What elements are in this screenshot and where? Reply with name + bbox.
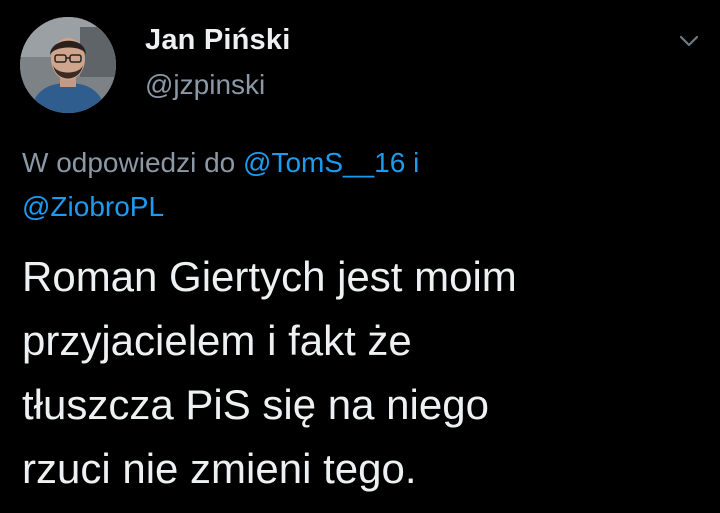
avatar-photo-icon (20, 17, 116, 113)
chevron-down-icon (679, 35, 699, 47)
author-block: Jan Piński @jzpinski (145, 22, 290, 103)
tweet-text-line: przyjacielem i fakt że (22, 317, 412, 364)
reply-joiner: i (405, 147, 420, 178)
tweet-text: Roman Giertych jest moim przyjacielem i … (22, 245, 702, 501)
tweet-text-line: rzuci nie zmieni tego. (22, 445, 417, 492)
reply-prefix: W odpowiedzi do (22, 147, 244, 178)
tweet-menu-button[interactable] (676, 30, 702, 52)
tweet-text-line: tłuszcza PiS się na niego (22, 381, 489, 428)
author-display-name[interactable]: Jan Piński (145, 22, 290, 58)
author-handle[interactable]: @jzpinski (145, 67, 290, 103)
mention-link-ziobropl[interactable]: @ZiobroPL (22, 191, 164, 222)
reply-context: W odpowiedzi do @TomS__16 i @ZiobroPL (22, 141, 622, 229)
mention-link-toms16[interactable]: @TomS__16 (243, 147, 405, 178)
tweet-card: Jan Piński @jzpinski W odpowiedzi do @To… (0, 0, 720, 513)
tweet-text-line: Roman Giertych jest moim (22, 253, 517, 300)
avatar[interactable] (20, 17, 116, 113)
